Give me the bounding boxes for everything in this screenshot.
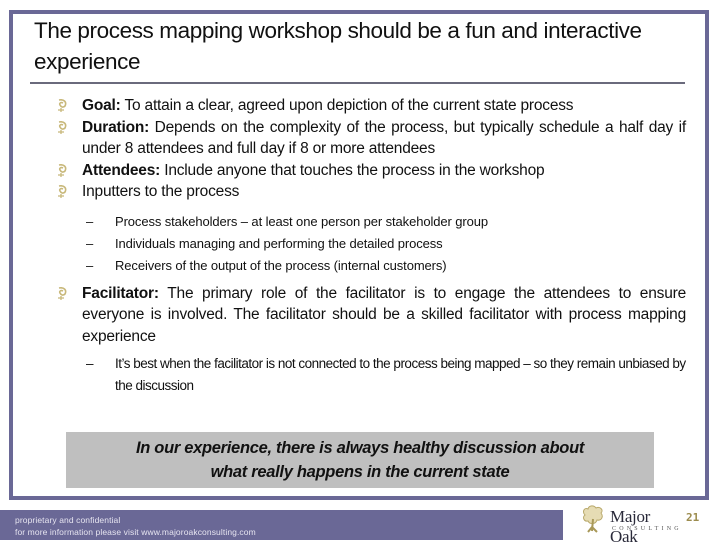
callout-line-1: In our experience, there is always healt… <box>135 439 585 457</box>
bullet-label: Goal: <box>82 97 121 114</box>
slide-title: The process mapping workshop should be a… <box>34 18 642 74</box>
bullet-text: To attain a clear, agreed upon depiction… <box>120 97 574 114</box>
footer-website: for more information please visit www.ma… <box>15 527 256 537</box>
bullet-label: Facilitator: <box>82 284 159 302</box>
sub-bullet-text: Individuals managing and performing the … <box>115 235 443 251</box>
bullet-duration: Duration: Depends on the complexity of t… <box>26 117 686 160</box>
bullet-facilitator: Facilitator: The primary role of the fac… <box>26 283 686 348</box>
dash-bullet: – <box>86 213 94 229</box>
footer-confidential: proprietary and confidential <box>15 515 121 525</box>
bullet-leaf-icon <box>58 99 67 112</box>
slide-content: Goal: To attain a clear, agreed upon dep… <box>26 95 686 397</box>
bullet-leaf-icon <box>58 120 67 134</box>
company-logo: Major Oak CONSULTING <box>580 503 682 546</box>
sub-bullet: – Process stakeholders – at least one pe… <box>26 211 686 233</box>
bullet-text: Inputters to the process <box>82 183 240 200</box>
bullet-inputters: Inputters to the process <box>26 181 686 203</box>
sub-bullet: – Receivers of the output of the process… <box>26 255 686 277</box>
sub-bullet: – Individuals managing and performing th… <box>26 233 686 255</box>
title-underline <box>30 82 685 84</box>
bullet-leaf-icon <box>58 163 67 177</box>
bullet-label: Attendees: <box>82 161 161 179</box>
bullet-attendees: Attendees: Include anyone that touches t… <box>26 160 686 182</box>
sub-bullet-text: It’s best when the facilitator is not co… <box>115 356 686 393</box>
callout-line-2: what really happens in the current state <box>210 463 510 481</box>
callout-box: In our experience, there is always healt… <box>66 432 654 488</box>
sub-bullet: – It’s best when the facilitator is not … <box>26 353 686 397</box>
bullet-text: The primary role of the facilitator is t… <box>82 284 686 345</box>
page-number: 21 <box>686 511 700 524</box>
bullet-leaf-icon <box>58 286 67 300</box>
bullet-text: Include anyone that touches the process … <box>160 161 545 179</box>
logo-subtitle: CONSULTING <box>612 526 682 532</box>
bullet-label: Duration: <box>82 118 150 136</box>
sub-bullet-text: Process stakeholders – at least one pers… <box>115 213 488 229</box>
dash-bullet: – <box>86 235 94 251</box>
footer-bar: proprietary and confidential for more in… <box>0 510 563 540</box>
dash-bullet: – <box>86 356 94 371</box>
bullet-goal: Goal: To attain a clear, agreed upon dep… <box>26 95 686 117</box>
bullet-text: Depends on the complexity of the process… <box>82 118 686 158</box>
oak-tree-icon <box>583 505 603 533</box>
sub-bullet-text: Receivers of the output of the process (… <box>115 257 447 273</box>
bullet-leaf-icon <box>58 185 67 198</box>
dash-bullet: – <box>86 257 94 273</box>
